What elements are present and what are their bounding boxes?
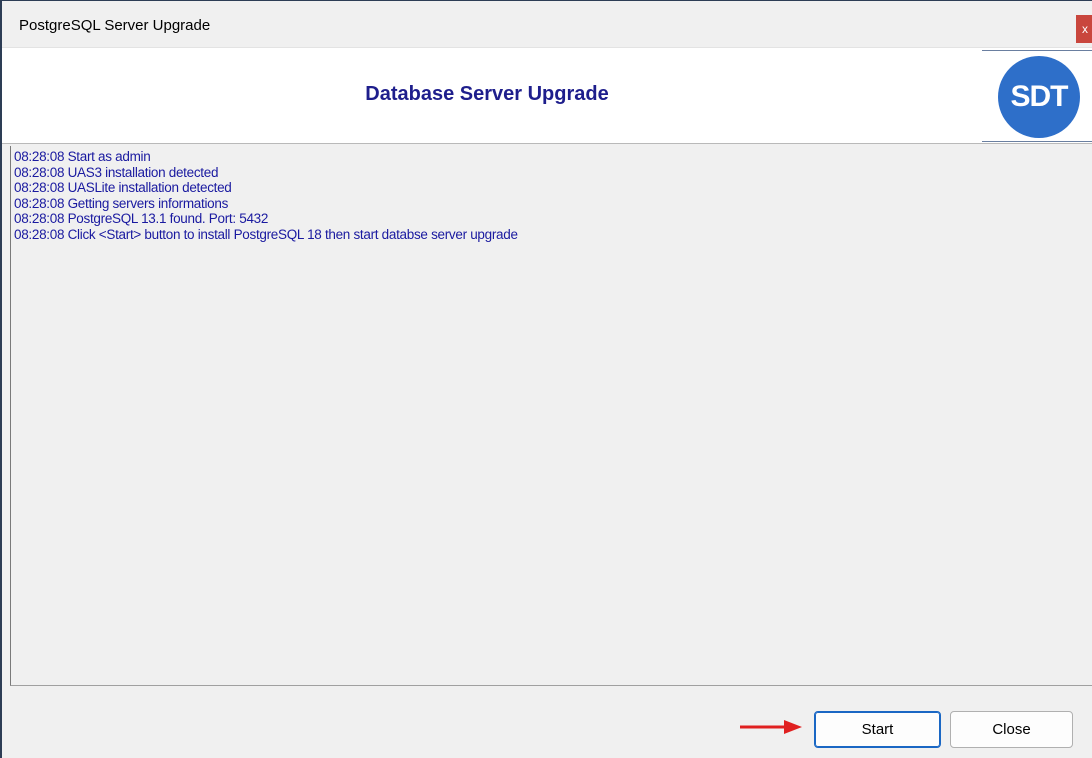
log-line: 08:28:08 UASLite installation detected: [14, 180, 232, 195]
log-line: 08:28:08 UAS3 installation detected: [14, 164, 219, 180]
title-bar[interactable]: PostgreSQL Server Upgrade x: [2, 1, 1092, 47]
log-line: 08:28:08 Click <Start> button to install…: [14, 226, 518, 242]
logo-divider-top: [982, 50, 1092, 51]
log-line: 08:28:08 PostgreSQL 13.1 found. Port: 54…: [14, 211, 269, 226]
log-line: 08:28:08 Getting servers informations: [14, 195, 229, 211]
close-button[interactable]: Close: [950, 711, 1073, 748]
close-icon[interactable]: x: [1076, 15, 1092, 43]
window-title: PostgreSQL Server Upgrade: [19, 17, 211, 34]
log-output[interactable]: 08:28:08 Start as admin 08:28:08 UAS3 in…: [10, 146, 1092, 686]
red-arrow-icon: [740, 720, 802, 734]
sdt-logo: SDT: [998, 56, 1080, 138]
header-banner: Database Server Upgrade SDT: [2, 47, 1092, 144]
start-button[interactable]: Start: [814, 711, 941, 748]
logo-divider-bottom: [982, 141, 1092, 142]
upgrade-window: PostgreSQL Server Upgrade x Database Ser…: [0, 0, 1092, 758]
log-line: 08:28:08 Start as admin: [14, 149, 151, 164]
page-title: Database Server Upgrade: [365, 83, 609, 105]
button-bar: Start Close: [2, 687, 1092, 758]
